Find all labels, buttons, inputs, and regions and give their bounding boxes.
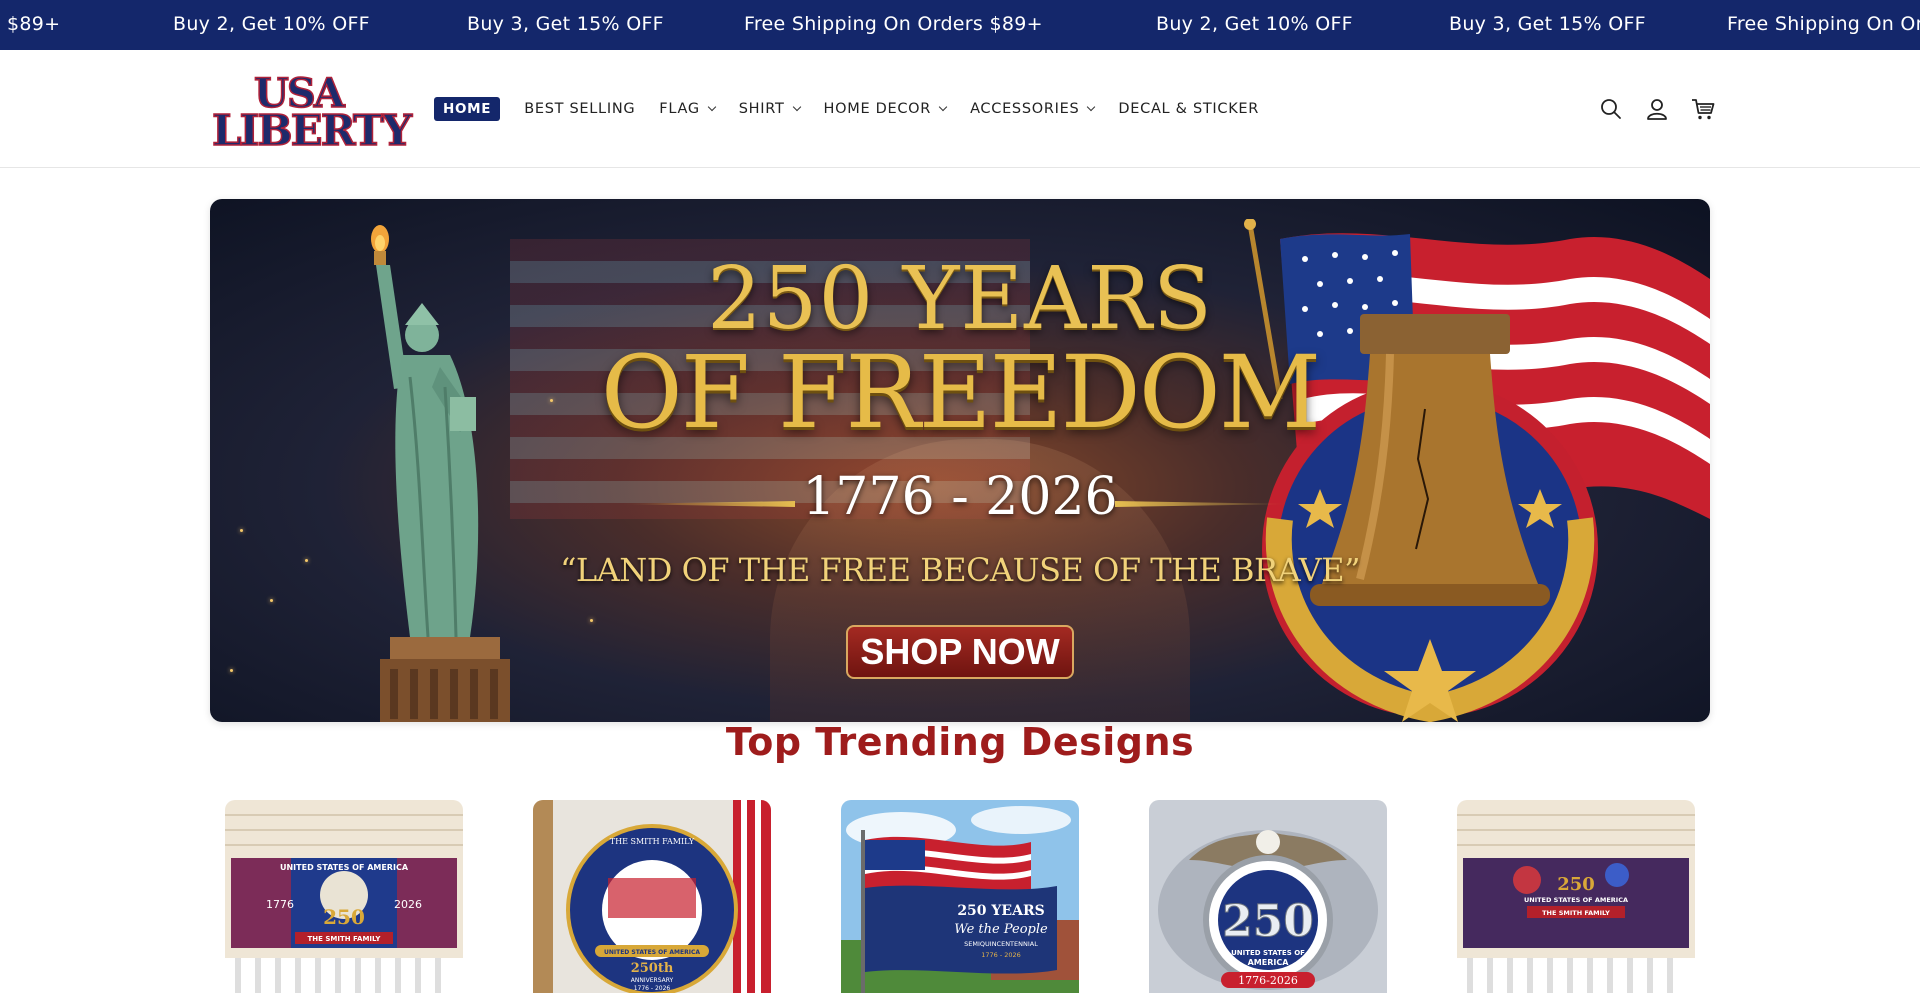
nav-label: DECAL & STICKER xyxy=(1118,101,1260,117)
main-nav: HOME BEST SELLING FLAG SHIRT HOME DECOR … xyxy=(434,96,1283,122)
shop-now-button[interactable]: SHOP NOW xyxy=(846,625,1074,679)
product-image: 250 UNITED STATES OF AMERICA 1776-2026 xyxy=(1149,800,1387,993)
nav-item-decal-sticker[interactable]: DECAL & STICKER xyxy=(1118,101,1259,117)
product-image: UNITED STATES OF AMERICA 250 THE SMITH F… xyxy=(1457,800,1695,993)
header-actions xyxy=(1598,96,1716,122)
announcement-item: Buy 2, Get 10% OFF xyxy=(1156,13,1353,35)
product-text: 1776 - 2026 xyxy=(981,951,1021,959)
nav-label: HOME xyxy=(443,101,492,117)
announcement-item: Buy 3, Get 15% OFF xyxy=(467,13,664,35)
product-text: 1776 - 2026 xyxy=(634,985,671,992)
nav-item-best-selling[interactable]: BEST SELLING xyxy=(524,101,635,117)
hero-dates: 1776 - 2026 xyxy=(802,467,1118,527)
nav-label: ACCESSORIES xyxy=(970,101,1080,117)
sparkle xyxy=(230,669,233,672)
product-text: 250 xyxy=(1557,874,1595,895)
search-icon[interactable] xyxy=(1598,96,1624,122)
nav-label: SHIRT xyxy=(738,101,785,117)
sparkle xyxy=(240,529,243,532)
product-text: UNITED STATES OF AMERICA xyxy=(280,863,409,872)
chevron-down-icon xyxy=(938,102,948,112)
nav-label: BEST SELLING xyxy=(524,101,636,117)
nav-item-home-decor[interactable]: HOME DECOR xyxy=(823,101,948,117)
chevron-down-icon xyxy=(792,102,801,112)
logo[interactable]: USA LIBERTY xyxy=(210,69,413,156)
chevron-down-icon xyxy=(1087,102,1096,112)
product-card[interactable]: UNITED STATES OF AMERICA 250 THE SMITH F… xyxy=(1457,800,1695,993)
sparkle xyxy=(270,599,273,602)
product-text: 250th xyxy=(631,961,674,976)
announcement-item: Buy 2, Get 10% OFF xyxy=(173,13,370,35)
hero-title-line2: OF FREEDOM xyxy=(600,334,1321,451)
nav-label: FLAG xyxy=(659,101,700,117)
section-title: Top Trending Designs xyxy=(725,720,1195,764)
product-text: THE SMITH FAMILY xyxy=(1542,909,1610,917)
chevron-down-icon xyxy=(707,102,716,112)
product-card[interactable]: 250 YEARS We the People SEMIQUINCENTENNI… xyxy=(841,800,1079,993)
product-text: AMERICA xyxy=(1248,958,1290,967)
nav-item-accessories[interactable]: ACCESSORIES xyxy=(970,101,1096,117)
product-text: SEMIQUINCENTENNIAL xyxy=(964,940,1038,948)
product-image: THE SMITH FAMILY UNITED STATES OF AMERIC… xyxy=(533,800,771,993)
product-image: UNITED STATES OF AMERICA 1776 2026 250 T… xyxy=(225,800,463,993)
product-card[interactable]: UNITED STATES OF AMERICA 1776 2026 250 T… xyxy=(225,800,463,993)
sparkle xyxy=(590,619,593,622)
announcement-item: Free Shipping On Orders $89+ xyxy=(744,13,1043,35)
hero-banner[interactable]: 250 YEARS OF FREEDOM 1776 - 2026 “LAND O… xyxy=(210,199,1710,722)
product-text: 1776-2026 xyxy=(1238,974,1298,987)
nav-item-shirt[interactable]: SHIRT xyxy=(738,101,801,117)
product-text: 250 xyxy=(1222,896,1314,947)
product-text: ANNIVERSARY xyxy=(631,977,674,984)
product-text: We the People xyxy=(954,922,1048,937)
hero-quote: “LAND OF THE FREE BECAUSE OF THE BRAVE” xyxy=(560,551,1360,589)
product-card[interactable]: 250 UNITED STATES OF AMERICA 1776-2026 xyxy=(1149,800,1387,993)
announcement-item: Free Shipping On Or xyxy=(1727,13,1920,35)
product-text: 250 xyxy=(323,905,365,929)
announcement-bar: $89+ Buy 2, Get 10% OFF Buy 3, Get 15% O… xyxy=(0,0,1920,50)
nav-item-flag[interactable]: FLAG xyxy=(659,101,716,117)
product-text: UNITED STATES OF xyxy=(1231,949,1305,957)
product-text: UNITED STATES OF AMERICA xyxy=(1524,896,1628,904)
product-text: UNITED STATES OF AMERICA xyxy=(604,949,700,956)
product-text: 250 YEARS xyxy=(957,903,1044,919)
cart-icon[interactable] xyxy=(1690,96,1716,122)
nav-label: HOME DECOR xyxy=(823,101,932,117)
product-card[interactable]: THE SMITH FAMILY UNITED STATES OF AMERIC… xyxy=(533,800,771,993)
product-image: 250 YEARS We the People SEMIQUINCENTENNI… xyxy=(841,800,1079,993)
product-text: 2026 xyxy=(394,898,422,911)
product-text: THE SMITH FAMILY xyxy=(308,935,382,943)
site-header: USA LIBERTY HOME BEST SELLING FLAG SHIRT… xyxy=(0,50,1920,168)
announcement-item: Buy 3, Get 15% OFF xyxy=(1449,13,1646,35)
nav-item-home[interactable]: HOME xyxy=(434,97,501,121)
product-text: THE SMITH FAMILY xyxy=(610,837,695,846)
account-icon[interactable] xyxy=(1644,96,1670,122)
announcement-item: $89+ xyxy=(7,13,61,35)
product-text: 1776 xyxy=(266,898,294,911)
logo-text-bottom: LIBERTY xyxy=(211,105,413,156)
